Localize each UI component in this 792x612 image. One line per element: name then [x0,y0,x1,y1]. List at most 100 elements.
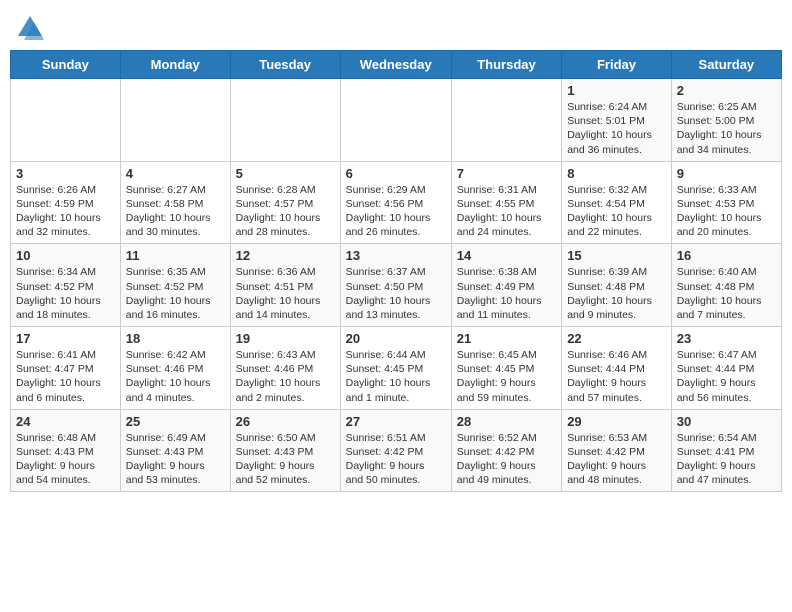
page-header [10,10,782,42]
calendar-cell: 12 Sunrise: 6:36 AM Sunset: 4:51 PM Dayli… [230,244,340,327]
cell-content: Sunrise: 6:50 AM Sunset: 4:43 PM Dayligh… [236,431,335,488]
day-number: 21 [457,331,556,346]
calendar-cell: 25 Sunrise: 6:49 AM Sunset: 4:43 PM Dayli… [120,409,230,492]
cell-content: Sunrise: 6:38 AM Sunset: 4:49 PM Dayligh… [457,265,556,322]
cell-content: Sunrise: 6:54 AM Sunset: 4:41 PM Dayligh… [677,431,776,488]
calendar-cell: 7 Sunrise: 6:31 AM Sunset: 4:55 PM Daylig… [451,161,561,244]
calendar-header: SundayMondayTuesdayWednesdayThursdayFrid… [11,51,782,79]
cell-content: Sunrise: 6:25 AM Sunset: 5:00 PM Dayligh… [677,100,776,157]
calendar-cell: 23 Sunrise: 6:47 AM Sunset: 4:44 PM Dayli… [671,327,781,410]
calendar-cell: 6Sunrise: 6:29 AM Sunset: 4:56 PM Daylig… [340,161,451,244]
calendar-cell: 17 Sunrise: 6:41 AM Sunset: 4:47 PM Dayli… [11,327,121,410]
day-number: 16 [677,248,776,263]
header-friday: Friday [562,51,672,79]
day-number: 30 [677,414,776,429]
cell-content: Sunrise: 6:44 AM Sunset: 4:45 PM Dayligh… [346,348,446,405]
calendar-cell [230,79,340,162]
calendar-cell [340,79,451,162]
week-row-1: 3Sunrise: 6:26 AM Sunset: 4:59 PM Daylig… [11,161,782,244]
week-row-2: 10Sunrise: 6:34 AM Sunset: 4:52 PM Dayli… [11,244,782,327]
calendar-cell [120,79,230,162]
cell-content: Sunrise: 6:52 AM Sunset: 4:42 PM Dayligh… [457,431,556,488]
cell-content: Sunrise: 6:36 AM Sunset: 4:51 PM Dayligh… [236,265,335,322]
calendar-cell: 15Sunrise: 6:39 AM Sunset: 4:48 PM Dayli… [562,244,672,327]
calendar-cell: 26 Sunrise: 6:50 AM Sunset: 4:43 PM Dayli… [230,409,340,492]
day-number: 26 [236,414,335,429]
calendar-cell: 29 Sunrise: 6:53 AM Sunset: 4:42 PM Dayli… [562,409,672,492]
header-wednesday: Wednesday [340,51,451,79]
calendar-cell: 16 Sunrise: 6:40 AM Sunset: 4:48 PM Dayli… [671,244,781,327]
day-number: 4 [126,166,225,181]
cell-content: Sunrise: 6:41 AM Sunset: 4:47 PM Dayligh… [16,348,115,405]
cell-content: Sunrise: 6:32 AM Sunset: 4:54 PM Dayligh… [567,183,666,240]
day-number: 2 [677,83,776,98]
day-number: 20 [346,331,446,346]
cell-content: Sunrise: 6:35 AM Sunset: 4:52 PM Dayligh… [126,265,225,322]
day-number: 15 [567,248,666,263]
calendar-table: SundayMondayTuesdayWednesdayThursdayFrid… [10,50,782,492]
calendar-cell: 1 Sunrise: 6:24 AM Sunset: 5:01 PM Daylig… [562,79,672,162]
day-number: 11 [126,248,225,263]
day-number: 7 [457,166,556,181]
cell-content: Sunrise: 6:48 AM Sunset: 4:43 PM Dayligh… [16,431,115,488]
day-number: 27 [346,414,446,429]
calendar-cell: 18 Sunrise: 6:42 AM Sunset: 4:46 PM Dayli… [120,327,230,410]
header-sunday: Sunday [11,51,121,79]
cell-content: Sunrise: 6:26 AM Sunset: 4:59 PM Dayligh… [16,183,115,240]
cell-content: Sunrise: 6:42 AM Sunset: 4:46 PM Dayligh… [126,348,225,405]
calendar-cell: 3Sunrise: 6:26 AM Sunset: 4:59 PM Daylig… [11,161,121,244]
cell-content: Sunrise: 6:34 AM Sunset: 4:52 PM Dayligh… [16,265,115,322]
day-number: 5 [236,166,335,181]
day-number: 18 [126,331,225,346]
logo-icon [16,14,44,42]
cell-content: Sunrise: 6:40 AM Sunset: 4:48 PM Dayligh… [677,265,776,322]
calendar-cell: 14Sunrise: 6:38 AM Sunset: 4:49 PM Dayli… [451,244,561,327]
calendar-cell: 4 Sunrise: 6:27 AM Sunset: 4:58 PM Daylig… [120,161,230,244]
cell-content: Sunrise: 6:51 AM Sunset: 4:42 PM Dayligh… [346,431,446,488]
day-number: 25 [126,414,225,429]
day-number: 9 [677,166,776,181]
calendar-cell: 22 Sunrise: 6:46 AM Sunset: 4:44 PM Dayli… [562,327,672,410]
cell-content: Sunrise: 6:46 AM Sunset: 4:44 PM Dayligh… [567,348,666,405]
calendar-cell: 8Sunrise: 6:32 AM Sunset: 4:54 PM Daylig… [562,161,672,244]
day-number: 1 [567,83,666,98]
day-number: 29 [567,414,666,429]
cell-content: Sunrise: 6:43 AM Sunset: 4:46 PM Dayligh… [236,348,335,405]
header-tuesday: Tuesday [230,51,340,79]
calendar-cell: 24 Sunrise: 6:48 AM Sunset: 4:43 PM Dayli… [11,409,121,492]
header-thursday: Thursday [451,51,561,79]
cell-content: Sunrise: 6:49 AM Sunset: 4:43 PM Dayligh… [126,431,225,488]
calendar-cell: 20 Sunrise: 6:44 AM Sunset: 4:45 PM Dayli… [340,327,451,410]
day-number: 23 [677,331,776,346]
calendar-cell [451,79,561,162]
cell-content: Sunrise: 6:28 AM Sunset: 4:57 PM Dayligh… [236,183,335,240]
cell-content: Sunrise: 6:33 AM Sunset: 4:53 PM Dayligh… [677,183,776,240]
calendar-cell: 9 Sunrise: 6:33 AM Sunset: 4:53 PM Daylig… [671,161,781,244]
cell-content: Sunrise: 6:31 AM Sunset: 4:55 PM Dayligh… [457,183,556,240]
header-saturday: Saturday [671,51,781,79]
calendar-body: 1 Sunrise: 6:24 AM Sunset: 5:01 PM Daylig… [11,79,782,492]
day-number: 24 [16,414,115,429]
day-number: 12 [236,248,335,263]
calendar-cell [11,79,121,162]
header-monday: Monday [120,51,230,79]
header-row: SundayMondayTuesdayWednesdayThursdayFrid… [11,51,782,79]
cell-content: Sunrise: 6:53 AM Sunset: 4:42 PM Dayligh… [567,431,666,488]
calendar-cell: 11 Sunrise: 6:35 AM Sunset: 4:52 PM Dayli… [120,244,230,327]
week-row-3: 17 Sunrise: 6:41 AM Sunset: 4:47 PM Dayli… [11,327,782,410]
calendar-cell: 2 Sunrise: 6:25 AM Sunset: 5:00 PM Daylig… [671,79,781,162]
calendar-cell: 13Sunrise: 6:37 AM Sunset: 4:50 PM Dayli… [340,244,451,327]
calendar-cell: 5 Sunrise: 6:28 AM Sunset: 4:57 PM Daylig… [230,161,340,244]
calendar-cell: 19Sunrise: 6:43 AM Sunset: 4:46 PM Dayli… [230,327,340,410]
day-number: 22 [567,331,666,346]
day-number: 13 [346,248,446,263]
day-number: 17 [16,331,115,346]
cell-content: Sunrise: 6:27 AM Sunset: 4:58 PM Dayligh… [126,183,225,240]
calendar-cell: 10Sunrise: 6:34 AM Sunset: 4:52 PM Dayli… [11,244,121,327]
calendar-cell: 28Sunrise: 6:52 AM Sunset: 4:42 PM Dayli… [451,409,561,492]
cell-content: Sunrise: 6:24 AM Sunset: 5:01 PM Dayligh… [567,100,666,157]
logo [14,14,44,42]
calendar-cell: 27 Sunrise: 6:51 AM Sunset: 4:42 PM Dayli… [340,409,451,492]
cell-content: Sunrise: 6:45 AM Sunset: 4:45 PM Dayligh… [457,348,556,405]
cell-content: Sunrise: 6:47 AM Sunset: 4:44 PM Dayligh… [677,348,776,405]
